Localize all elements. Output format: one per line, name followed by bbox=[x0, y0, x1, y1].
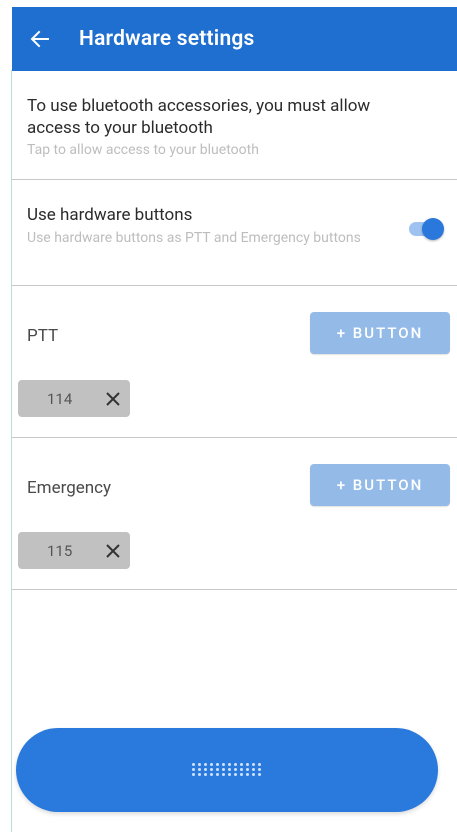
dot bbox=[198, 768, 201, 771]
dot bbox=[252, 763, 255, 766]
emergency-key-chip: 115 bbox=[18, 532, 130, 569]
dot bbox=[228, 773, 231, 776]
dot bbox=[234, 773, 237, 776]
dot bbox=[198, 763, 201, 766]
dot bbox=[192, 763, 195, 766]
ptt-key-chip: 114 bbox=[18, 380, 130, 417]
ptt-key-value: 114 bbox=[47, 389, 73, 408]
emergency-key-value: 115 bbox=[47, 541, 73, 560]
arrow-left-icon bbox=[30, 30, 49, 48]
dot bbox=[222, 763, 225, 766]
dot bbox=[252, 768, 255, 771]
remove-emergency-key-button[interactable] bbox=[103, 541, 123, 561]
dot bbox=[258, 768, 261, 771]
bluetooth-access-title: To use bluetooth accessories, you must a… bbox=[27, 96, 371, 138]
ptt-label: PTT bbox=[27, 326, 59, 346]
dot bbox=[240, 773, 243, 776]
emergency-section: Emergency + BUTTON 115 bbox=[12, 438, 457, 590]
dot bbox=[240, 763, 243, 766]
back-button[interactable] bbox=[12, 7, 68, 71]
bluetooth-access-item[interactable]: To use bluetooth accessories, you must a… bbox=[12, 71, 457, 180]
dot bbox=[246, 773, 249, 776]
hardware-buttons-toggle[interactable] bbox=[408, 218, 446, 242]
bottom-action-button[interactable] bbox=[16, 728, 438, 812]
toggle-thumb bbox=[422, 218, 444, 240]
dot bbox=[228, 768, 231, 771]
hardware-buttons-subtitle: Use hardware buttons as PTT and Emergenc… bbox=[27, 230, 361, 246]
dot bbox=[222, 773, 225, 776]
add-ptt-button[interactable]: + BUTTON bbox=[310, 312, 450, 354]
dot bbox=[216, 768, 219, 771]
dot bbox=[204, 768, 207, 771]
dot bbox=[204, 763, 207, 766]
dot bbox=[216, 763, 219, 766]
hardware-buttons-item: Use hardware buttons Use hardware button… bbox=[12, 180, 457, 286]
emergency-label: Emergency bbox=[27, 478, 112, 498]
dot bbox=[246, 768, 249, 771]
dot bbox=[258, 773, 261, 776]
dot bbox=[246, 763, 249, 766]
dot bbox=[192, 773, 195, 776]
remove-ptt-key-button[interactable] bbox=[103, 389, 123, 409]
dot bbox=[252, 773, 255, 776]
dot bbox=[234, 763, 237, 766]
dot bbox=[216, 773, 219, 776]
dot bbox=[210, 768, 213, 771]
dot bbox=[192, 768, 195, 771]
dot bbox=[258, 763, 261, 766]
dot bbox=[204, 773, 207, 776]
hardware-buttons-title: Use hardware buttons bbox=[27, 205, 193, 225]
add-emergency-button[interactable]: + BUTTON bbox=[310, 464, 450, 506]
dot bbox=[198, 773, 201, 776]
close-icon bbox=[106, 391, 120, 406]
close-icon bbox=[106, 543, 120, 558]
page-title: Hardware settings bbox=[79, 27, 255, 51]
dot bbox=[228, 763, 231, 766]
dot bbox=[210, 763, 213, 766]
dot bbox=[210, 773, 213, 776]
dot bbox=[222, 768, 225, 771]
dot bbox=[234, 768, 237, 771]
app-bar: Hardware settings bbox=[12, 7, 457, 71]
dot bbox=[240, 768, 243, 771]
dotted-pattern-icon bbox=[192, 763, 262, 777]
ptt-section: PTT + BUTTON 114 bbox=[12, 286, 457, 438]
bluetooth-access-subtitle: Tap to allow access to your bluetooth bbox=[27, 142, 259, 158]
hardware-settings-screen: Hardware settings To use bluetooth acces… bbox=[12, 7, 457, 832]
